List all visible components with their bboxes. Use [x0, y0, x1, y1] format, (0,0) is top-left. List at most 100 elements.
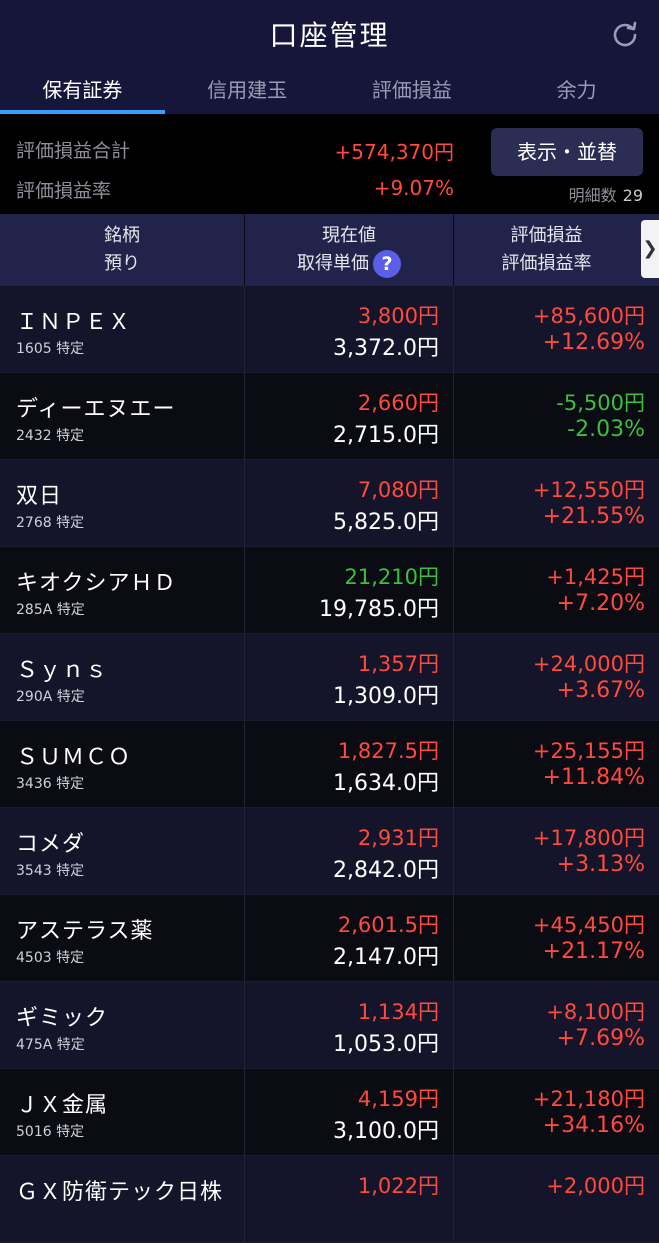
column-divider — [453, 373, 454, 459]
stock-name: ＳＵＭＣＯ — [16, 745, 132, 770]
acquisition-price: 2,842.0円 — [333, 858, 439, 883]
table-row[interactable]: ディーエヌエー 2432 特定 2,660円 2,715.0円 -5,500円 -2.03… — [0, 373, 659, 460]
holding-info: コメダ 3543 特定 — [16, 826, 85, 880]
column-header-pl-line2: 評価損益率 — [501, 253, 592, 274]
help-icon[interactable]: ? — [373, 250, 401, 278]
current-price: 2,660円 — [357, 391, 439, 415]
table-row[interactable]: ギミック 475A 特定 1,134円 1,053.0円 +8,100円 +7.69% — [0, 982, 659, 1069]
holding-info: キオクシアＨＤ 285A 特定 — [16, 565, 177, 619]
acquisition-price: 1,309.0円 — [333, 684, 439, 709]
refresh-icon[interactable] — [611, 20, 639, 48]
unrealized-pl: +2,000円 — [546, 1174, 645, 1198]
holding-info: アステラス薬 4503 特定 — [16, 913, 154, 967]
column-divider — [244, 547, 245, 633]
table-header: 銘柄 預り 現在値 取得単価? 評価損益 評価損益率 — [0, 214, 659, 286]
page-title: 口座管理 — [269, 19, 390, 52]
current-price: 4,159円 — [357, 1087, 439, 1111]
unrealized-pl-rate: -2.03% — [567, 417, 645, 442]
column-divider — [244, 1156, 245, 1242]
column-divider — [244, 982, 245, 1068]
stock-name: ギミック — [16, 1006, 109, 1031]
current-price: 2,601.5円 — [337, 913, 439, 937]
column-divider — [453, 721, 454, 807]
current-price: 3,800円 — [357, 304, 439, 328]
display-sort-button[interactable]: 表示・並替 — [491, 128, 643, 176]
current-price: 1,827.5円 — [337, 739, 439, 763]
stock-name: コメダ — [16, 832, 86, 857]
item-count-label: 明細数 — [568, 186, 617, 205]
holding-info: ＪＸ金属 5016 特定 — [16, 1087, 108, 1141]
tab-buying-power[interactable]: 余力 — [494, 70, 659, 114]
stock-code: 285A 特定 — [16, 602, 85, 618]
holding-info: ギミック 475A 特定 — [16, 1000, 108, 1054]
stock-name: ＩＮＰＥＸ — [16, 310, 132, 335]
column-divider — [453, 1156, 454, 1242]
chevron-right-icon[interactable]: ❯ — [641, 220, 659, 278]
stock-name: キオクシアＨＤ — [16, 571, 177, 596]
table-row[interactable]: 双日 2768 特定 7,080円 5,825.0円 +12,550円 +21.55% — [0, 460, 659, 547]
current-price: 2,931円 — [357, 826, 439, 850]
stock-name: ＪＸ金属 — [16, 1093, 109, 1118]
column-header-pl-line1: 評価損益 — [510, 225, 583, 246]
unrealized-pl: +17,800円 — [532, 826, 645, 850]
stock-name: 双日 — [16, 484, 63, 509]
unrealized-pl-rate: +3.13% — [556, 852, 645, 877]
column-header-price-line2: 取得単価 — [297, 253, 369, 274]
unrealized-pl: +8,100円 — [546, 1000, 645, 1024]
unrealized-pl-rate: +12.69% — [542, 330, 645, 355]
tab-margin-positions[interactable]: 信用建玉 — [165, 70, 330, 114]
table-row[interactable]: ＪＸ金属 5016 特定 4,159円 3,100.0円 +21,180円 +34.16% — [0, 1069, 659, 1156]
stock-code: 475A 特定 — [16, 1037, 85, 1053]
column-header-price-line1: 現在値 — [322, 225, 376, 246]
unrealized-pl: -5,500円 — [556, 391, 645, 415]
unrealized-pl: +25,155円 — [532, 739, 645, 763]
total-pl-label: 評価損益合計 — [16, 140, 131, 162]
table-row[interactable]: ＩＮＰＥＸ 1605 特定 3,800円 3,372.0円 +85,600円 +12.69… — [0, 286, 659, 373]
column-divider — [453, 808, 454, 894]
column-divider — [453, 895, 454, 981]
stock-code: 2768 特定 — [16, 515, 85, 531]
unrealized-pl-rate: +3.67% — [556, 678, 645, 703]
tab-unrealized-pl[interactable]: 評価損益 — [330, 70, 495, 114]
acquisition-price: 2,715.0円 — [333, 423, 439, 448]
app-header: 口座管理 — [0, 0, 659, 70]
total-pl-value: +574,370円 — [334, 140, 454, 164]
acquisition-price: 1,053.0円 — [333, 1032, 439, 1057]
stock-name: ＧＸ防衛テック日株 — [16, 1180, 224, 1205]
table-row[interactable]: キオクシアＨＤ 285A 特定 21,210円 19,785.0円 +1,425円 +7.… — [0, 547, 659, 634]
unrealized-pl-rate: +7.69% — [556, 1026, 645, 1051]
column-header-symbol[interactable]: 銘柄 預り — [0, 214, 244, 286]
unrealized-pl-rate: +7.20% — [556, 591, 645, 616]
acquisition-price: 3,100.0円 — [333, 1119, 439, 1144]
unrealized-pl-rate: +11.84% — [542, 765, 645, 790]
pl-rate-value: +9.07% — [373, 176, 454, 200]
stock-code: 290A 特定 — [16, 689, 85, 705]
acquisition-price: 19,785.0円 — [319, 597, 439, 622]
column-divider — [244, 808, 245, 894]
current-price: 1,134円 — [357, 1000, 439, 1024]
pl-rate-label: 評価損益率 — [16, 180, 112, 202]
column-divider — [244, 1069, 245, 1155]
table-row[interactable]: コメダ 3543 特定 2,931円 2,842.0円 +17,800円 +3.13% — [0, 808, 659, 895]
table-row[interactable]: アステラス薬 4503 特定 2,601.5円 2,147.0円 +45,450円 +21… — [0, 895, 659, 982]
column-divider — [453, 286, 454, 372]
table-row[interactable]: Ｓｙｎｓ 290A 特定 1,357円 1,309.0円 +24,000円 +3.67% — [0, 634, 659, 721]
current-price: 7,080円 — [357, 478, 439, 502]
unrealized-pl: +1,425円 — [546, 565, 645, 589]
column-divider — [453, 982, 454, 1068]
unrealized-pl-rate: +21.17% — [542, 939, 645, 964]
stock-code: 3543 特定 — [16, 863, 85, 879]
column-divider — [244, 460, 245, 546]
holding-info: 双日 2768 特定 — [16, 478, 84, 532]
holding-info: ＳＵＭＣＯ 3436 特定 — [16, 739, 131, 793]
column-header-price[interactable]: 現在値 取得単価? — [244, 214, 453, 286]
tab-holdings[interactable]: 保有証券 — [0, 70, 165, 114]
unrealized-pl-rate: +34.16% — [542, 1113, 645, 1138]
column-header-symbol-line1: 銘柄 — [104, 225, 140, 246]
current-price: 21,210円 — [344, 565, 439, 589]
column-header-symbol-line2: 預り — [104, 253, 140, 274]
unrealized-pl: +45,450円 — [532, 913, 645, 937]
table-row[interactable]: ＳＵＭＣＯ 3436 特定 1,827.5円 1,634.0円 +25,155円 +11.… — [0, 721, 659, 808]
unrealized-pl: +85,600円 — [532, 304, 645, 328]
column-header-pl[interactable]: 評価損益 評価損益率 — [453, 214, 639, 286]
